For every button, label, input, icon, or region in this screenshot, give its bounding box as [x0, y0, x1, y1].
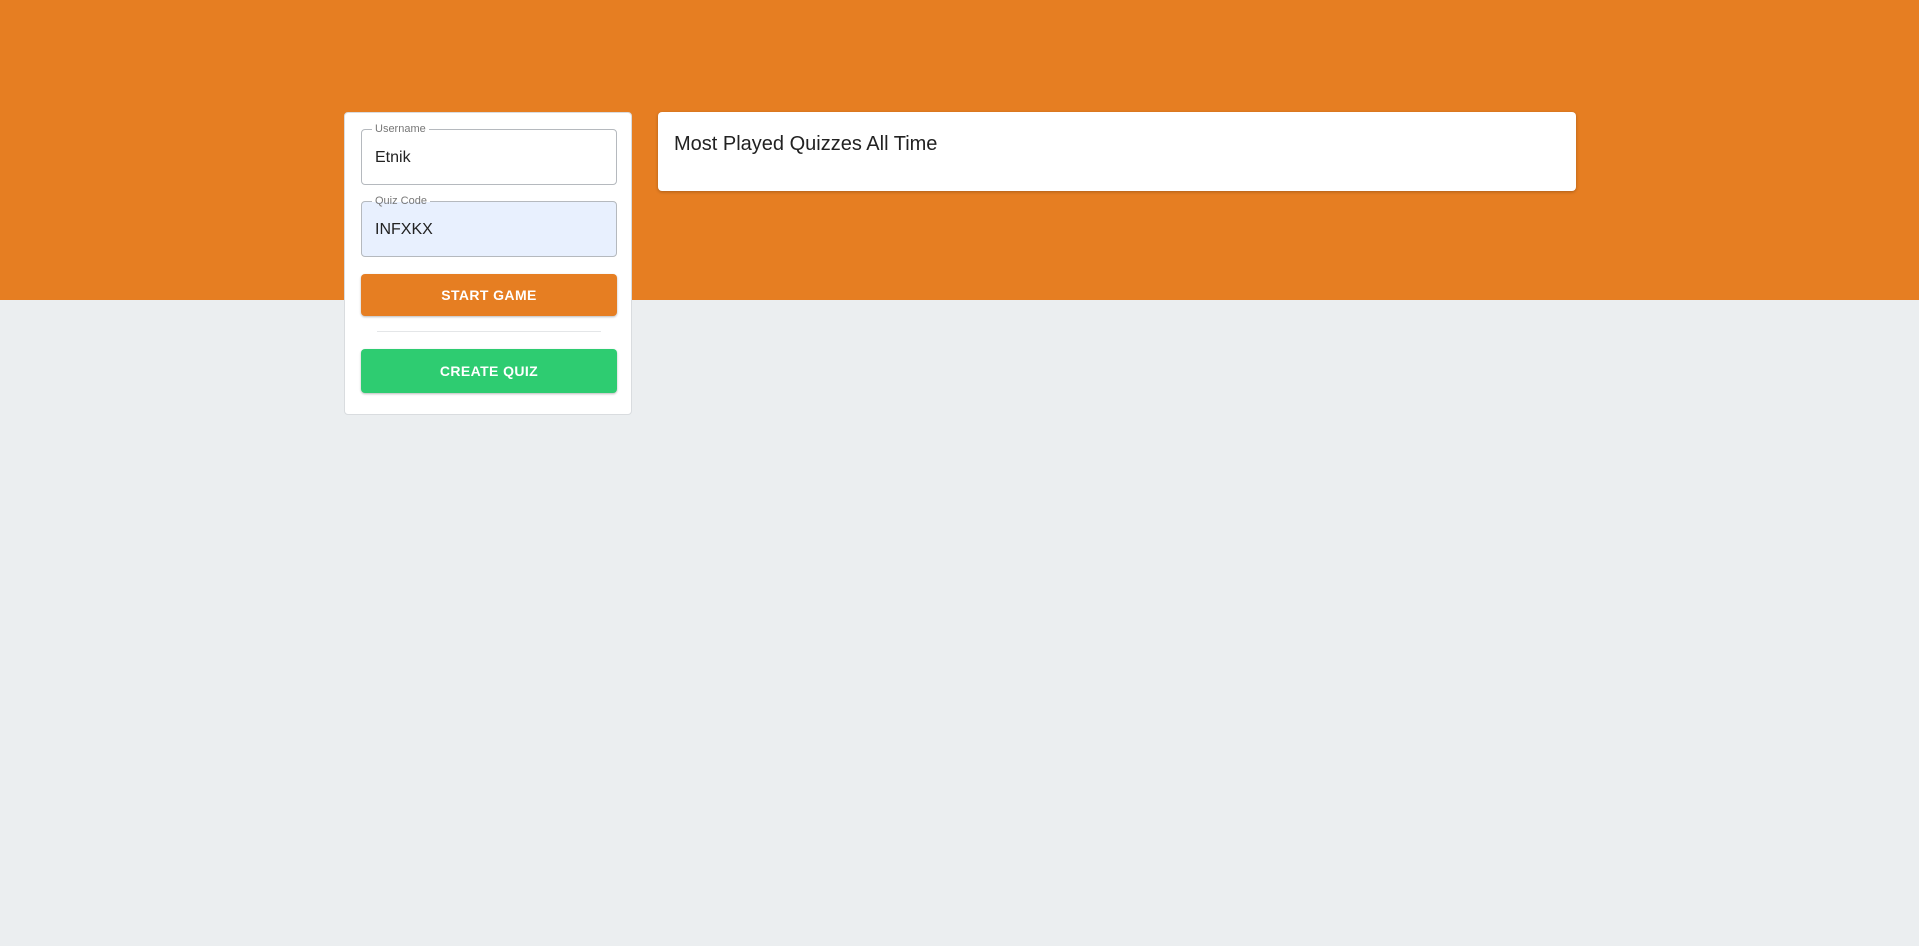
quiz-code-label: Quiz Code — [372, 195, 430, 207]
start-game-button[interactable]: START GAME — [361, 274, 617, 316]
quiz-code-input[interactable] — [375, 220, 603, 240]
join-game-card: Username Quiz Code START GAME CREATE QUI… — [344, 112, 632, 415]
quiz-code-field[interactable]: Quiz Code — [361, 195, 617, 257]
create-quiz-button[interactable]: CREATE QUIZ — [361, 349, 617, 393]
most-played-quizzes-card: Most Played Quizzes All Time — [658, 112, 1576, 191]
username-label: Username — [372, 123, 429, 135]
username-field[interactable]: Username — [361, 123, 617, 185]
divider — [377, 331, 601, 332]
most-played-quizzes-title: Most Played Quizzes All Time — [674, 133, 938, 155]
username-input[interactable] — [375, 148, 603, 168]
